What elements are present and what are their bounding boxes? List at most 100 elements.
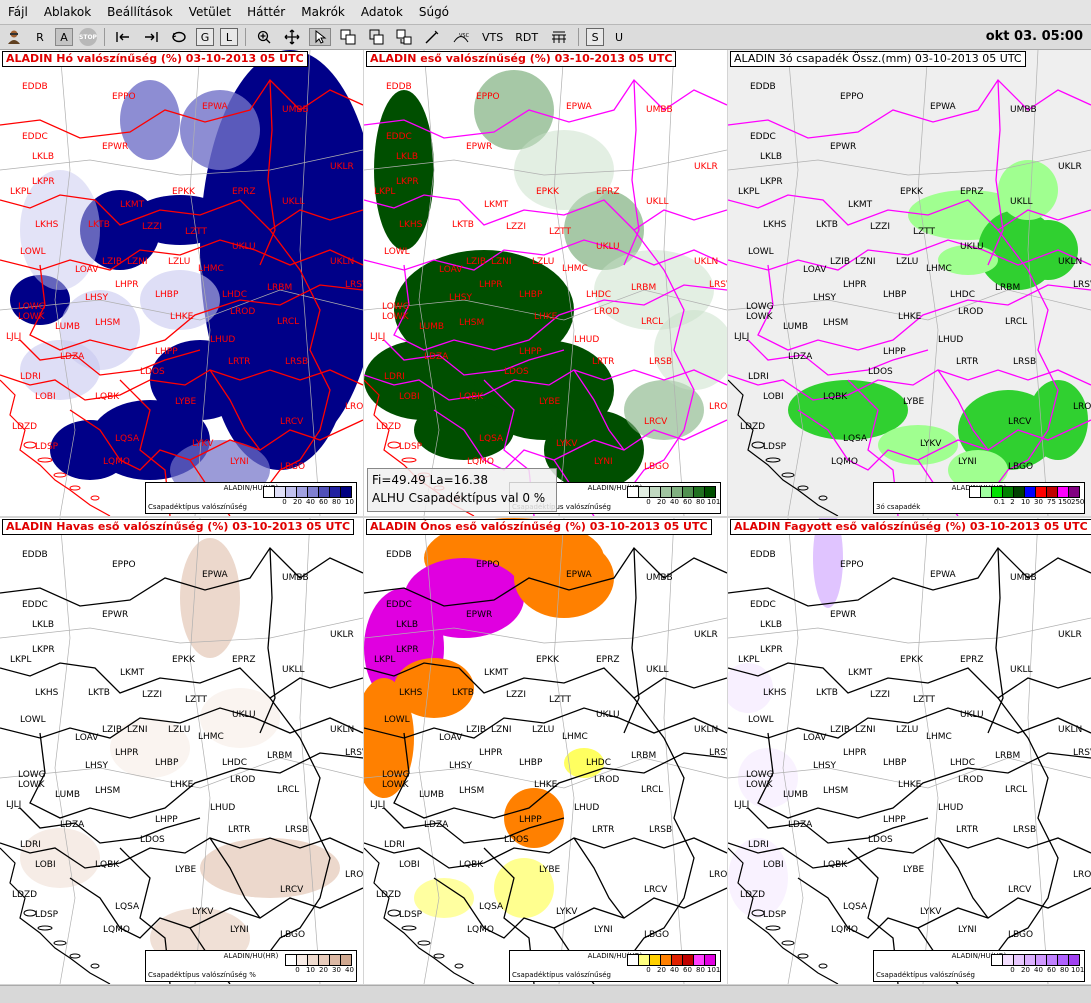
rain-probability-panel[interactable]: EDDB EPPO EPWA UMBB EDDC EPWR LKLB UKLR LKPL LKPR… [364,50,727,516]
precip-field-blob [878,425,958,465]
station-icon[interactable] [547,28,571,46]
ice-pellets-panel[interactable]: EDDB EPPO EPWA UMBB EDDC EPWR LKLB UKLR LKPL LKPR… [728,518,1091,984]
station-label: LHBP [883,758,907,768]
station-label: LHSM [95,318,121,328]
legend-ticks: 0 20 40 60 80 101 [642,966,720,974]
vts-button[interactable]: VTS [479,28,506,46]
menu-projection[interactable]: Vetület [181,5,239,19]
l-button[interactable]: L [220,28,238,46]
station-label: EPPO [476,560,500,570]
legend-subtitle: Csapadéktípus valószínűség [512,971,611,979]
station-label: EDDB [386,82,412,92]
station-label: LKMT [484,200,509,210]
station-label: UMBB [1010,573,1037,583]
station-label: LZNI [127,257,148,267]
precip-field-blob [514,130,614,210]
menu-settings[interactable]: Beállítások [99,5,181,19]
station-label: LHPP [883,815,906,825]
menu-data[interactable]: Adatok [353,5,411,19]
legend-swatch [340,486,352,498]
precipitation-total-panel[interactable]: EDDB EPPO EPWA UMBB EDDC EPWR LKLB UKLR LKPL LKPR… [728,50,1091,516]
station-label: LOAV [439,265,463,275]
menu-help[interactable]: Súgó [411,5,457,19]
station-label: LDZA [60,820,85,830]
menu-macros[interactable]: Makrók [293,5,353,19]
station-label: LOWG [382,770,410,780]
station-label: LHUD [574,335,600,345]
station-label: LHPR [115,748,139,758]
station-label: LHMC [562,732,588,742]
station-label: LHPP [519,347,542,357]
a-button[interactable]: A [55,28,73,46]
cursor-coordinates: Fi=49.49 La=16.38 [372,473,489,487]
menu-windows[interactable]: Ablakok [36,5,99,19]
draw-line-icon[interactable] [421,28,443,46]
user-icon[interactable] [3,28,25,46]
snow-probability-panel[interactable]: EDDB EPPO EPWA UMBB EDDC EPWR LKLB UKLR LKPL LKPR… [0,50,363,516]
toolbar-separator [245,28,246,46]
station-label: LHMC [926,264,952,274]
station-label: LRO [1073,870,1091,880]
station-label: LZZI [870,690,890,700]
station-label: LUMB [55,322,81,332]
station-label: LHKE [170,780,194,790]
station-label: UKLN [330,257,355,267]
loop-icon[interactable] [168,28,190,46]
stop-button[interactable]: STOP [79,28,97,46]
station-label: LHPP [155,815,178,825]
station-label: LDSP [399,442,423,452]
pan-icon[interactable] [281,28,303,46]
station-label: LRSB [1013,357,1037,367]
station-label: LKMT [848,668,873,678]
color-legend: ALADIN/HU(HR)3ó csapadék0.12103075150250 [873,482,1085,514]
station-label: LRCL [277,785,300,795]
station-label: LYKV [920,439,942,449]
last-frame-icon[interactable] [140,28,162,46]
sleet-probability-panel[interactable]: EDDB EPPO EPWA UMBB EDDC EPWR LKLB UKLR LKPL LKPR… [0,518,363,984]
station-label: EPWA [930,102,956,112]
station-label: UKLR [330,630,354,640]
s-button[interactable]: S [586,28,605,46]
zoom-icon[interactable] [253,28,275,46]
station-label: LHBP [155,290,179,300]
station-label: LHBP [519,758,543,768]
station-label: LUMB [419,322,445,332]
menu-file[interactable]: Fájl [0,5,36,19]
station-label: LKMT [120,200,145,210]
rdt-button[interactable]: RDT [512,28,541,46]
first-frame-icon[interactable] [112,28,134,46]
copy-window-icon[interactable] [337,28,359,46]
arrange-icon[interactable] [393,28,415,46]
legend-tick: 20 [293,498,302,506]
station-label: LKPR [760,177,783,187]
u-button[interactable]: U [610,28,628,46]
legend-tick: 0 [646,966,651,974]
station-label: LOAV [75,733,99,743]
freezing-rain-panel[interactable]: EDDB EPPO EPWA UMBB EDDC EPWR LKLB UKLR LKPL LKPR… [364,518,727,984]
g-button[interactable]: G [196,28,214,46]
toolbar: R A STOP G L VSC VTS RDT S U okt 03. 05:… [0,25,1091,50]
station-label: LRSV [709,280,727,290]
station-label: LQSA [843,434,868,444]
precip-field-blob [998,160,1058,220]
station-label: LRTR [228,357,251,367]
station-label: EDDB [750,82,776,92]
menu-background[interactable]: Háttér [239,5,293,19]
station-label: LDZD [740,422,766,432]
paste-window-icon[interactable] [365,28,387,46]
station-label: UKLR [330,162,354,172]
vsc-icon[interactable]: VSC [449,28,473,46]
station-label: LZLU [532,257,555,267]
pointer-icon[interactable] [309,28,331,46]
station-label: LDZD [12,422,38,432]
r-button[interactable]: R [31,28,49,46]
station-label: LDOS [868,367,893,377]
legend-tick: 80 [332,498,341,506]
station-label: LDRI [748,840,769,850]
station-label: LZNI [855,725,876,735]
svg-text:VSC: VSC [459,33,470,39]
panel-title: ALADIN eső valószínűség (%) 03-10-2013 0… [366,51,677,67]
station-label: UKLL [646,665,669,675]
station-label: UKLR [694,630,718,640]
station-label: EPWR [102,142,129,152]
